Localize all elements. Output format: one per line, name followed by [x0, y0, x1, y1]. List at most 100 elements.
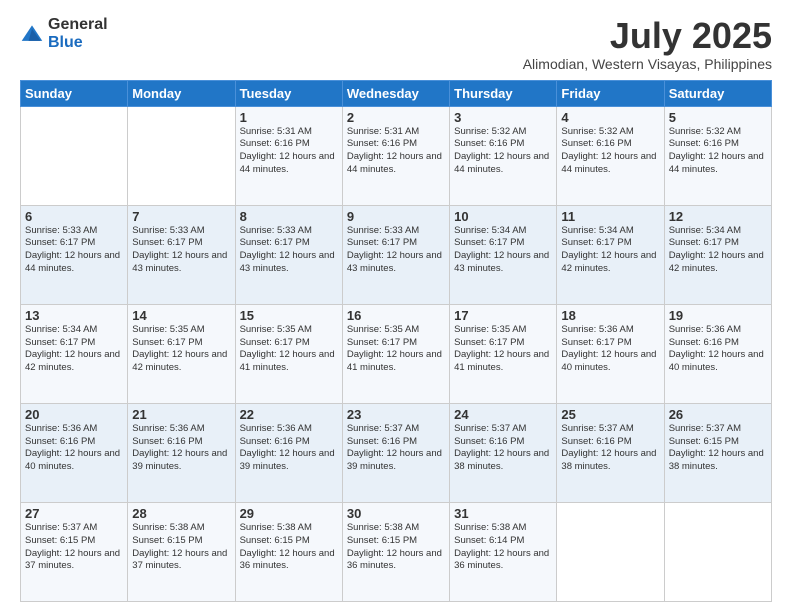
day-cell: 14Sunrise: 5:35 AM Sunset: 6:17 PM Dayli… — [128, 304, 235, 403]
day-cell: 21Sunrise: 5:36 AM Sunset: 6:16 PM Dayli… — [128, 403, 235, 502]
day-cell: 23Sunrise: 5:37 AM Sunset: 6:16 PM Dayli… — [342, 403, 449, 502]
day-cell: 18Sunrise: 5:36 AM Sunset: 6:17 PM Dayli… — [557, 304, 664, 403]
day-info: Sunrise: 5:36 AM Sunset: 6:16 PM Dayligh… — [25, 423, 123, 474]
logo: General Blue — [20, 16, 108, 51]
day-info: Sunrise: 5:37 AM Sunset: 6:15 PM Dayligh… — [25, 522, 123, 573]
day-info: Sunrise: 5:33 AM Sunset: 6:17 PM Dayligh… — [240, 225, 338, 276]
day-cell: 30Sunrise: 5:38 AM Sunset: 6:15 PM Dayli… — [342, 502, 449, 601]
day-cell: 29Sunrise: 5:38 AM Sunset: 6:15 PM Dayli… — [235, 502, 342, 601]
day-info: Sunrise: 5:38 AM Sunset: 6:15 PM Dayligh… — [240, 522, 338, 573]
calendar-page: General Blue July 2025 Alimodian, Wester… — [0, 0, 792, 612]
weekday-header-friday: Friday — [557, 80, 664, 106]
day-cell: 31Sunrise: 5:38 AM Sunset: 6:14 PM Dayli… — [450, 502, 557, 601]
day-cell: 25Sunrise: 5:37 AM Sunset: 6:16 PM Dayli… — [557, 403, 664, 502]
day-info: Sunrise: 5:33 AM Sunset: 6:17 PM Dayligh… — [25, 225, 123, 276]
day-number: 29 — [240, 506, 338, 521]
day-number: 11 — [561, 209, 659, 224]
day-number: 27 — [25, 506, 123, 521]
day-number: 16 — [347, 308, 445, 323]
day-cell: 4Sunrise: 5:32 AM Sunset: 6:16 PM Daylig… — [557, 106, 664, 205]
day-number: 17 — [454, 308, 552, 323]
day-info: Sunrise: 5:32 AM Sunset: 6:16 PM Dayligh… — [669, 126, 767, 177]
day-cell — [557, 502, 664, 601]
day-cell: 3Sunrise: 5:32 AM Sunset: 6:16 PM Daylig… — [450, 106, 557, 205]
day-cell: 5Sunrise: 5:32 AM Sunset: 6:16 PM Daylig… — [664, 106, 771, 205]
day-number: 24 — [454, 407, 552, 422]
day-cell: 17Sunrise: 5:35 AM Sunset: 6:17 PM Dayli… — [450, 304, 557, 403]
day-info: Sunrise: 5:38 AM Sunset: 6:15 PM Dayligh… — [132, 522, 230, 573]
day-cell: 6Sunrise: 5:33 AM Sunset: 6:17 PM Daylig… — [21, 205, 128, 304]
day-info: Sunrise: 5:31 AM Sunset: 6:16 PM Dayligh… — [347, 126, 445, 177]
day-cell: 13Sunrise: 5:34 AM Sunset: 6:17 PM Dayli… — [21, 304, 128, 403]
day-info: Sunrise: 5:31 AM Sunset: 6:16 PM Dayligh… — [240, 126, 338, 177]
day-cell: 12Sunrise: 5:34 AM Sunset: 6:17 PM Dayli… — [664, 205, 771, 304]
week-row-2: 6Sunrise: 5:33 AM Sunset: 6:17 PM Daylig… — [21, 205, 772, 304]
title-block: July 2025 Alimodian, Western Visayas, Ph… — [523, 16, 772, 72]
day-info: Sunrise: 5:36 AM Sunset: 6:17 PM Dayligh… — [561, 324, 659, 375]
day-cell: 10Sunrise: 5:34 AM Sunset: 6:17 PM Dayli… — [450, 205, 557, 304]
day-cell: 15Sunrise: 5:35 AM Sunset: 6:17 PM Dayli… — [235, 304, 342, 403]
weekday-header-tuesday: Tuesday — [235, 80, 342, 106]
day-number: 25 — [561, 407, 659, 422]
calendar-body: 1Sunrise: 5:31 AM Sunset: 6:16 PM Daylig… — [21, 106, 772, 601]
day-number: 10 — [454, 209, 552, 224]
day-info: Sunrise: 5:38 AM Sunset: 6:15 PM Dayligh… — [347, 522, 445, 573]
day-number: 30 — [347, 506, 445, 521]
weekday-header-wednesday: Wednesday — [342, 80, 449, 106]
day-info: Sunrise: 5:34 AM Sunset: 6:17 PM Dayligh… — [454, 225, 552, 276]
day-number: 8 — [240, 209, 338, 224]
weekday-header-sunday: Sunday — [21, 80, 128, 106]
day-info: Sunrise: 5:37 AM Sunset: 6:15 PM Dayligh… — [669, 423, 767, 474]
day-cell — [664, 502, 771, 601]
weekday-header-saturday: Saturday — [664, 80, 771, 106]
day-info: Sunrise: 5:36 AM Sunset: 6:16 PM Dayligh… — [669, 324, 767, 375]
calendar-table: SundayMondayTuesdayWednesdayThursdayFrid… — [20, 80, 772, 602]
day-info: Sunrise: 5:34 AM Sunset: 6:17 PM Dayligh… — [561, 225, 659, 276]
day-info: Sunrise: 5:35 AM Sunset: 6:17 PM Dayligh… — [132, 324, 230, 375]
day-number: 3 — [454, 110, 552, 125]
day-cell: 8Sunrise: 5:33 AM Sunset: 6:17 PM Daylig… — [235, 205, 342, 304]
week-row-1: 1Sunrise: 5:31 AM Sunset: 6:16 PM Daylig… — [21, 106, 772, 205]
calendar-subtitle: Alimodian, Western Visayas, Philippines — [523, 56, 772, 72]
day-info: Sunrise: 5:35 AM Sunset: 6:17 PM Dayligh… — [454, 324, 552, 375]
logo-text: General Blue — [48, 16, 108, 51]
calendar-title: July 2025 — [523, 16, 772, 56]
day-info: Sunrise: 5:35 AM Sunset: 6:17 PM Dayligh… — [347, 324, 445, 375]
day-cell: 9Sunrise: 5:33 AM Sunset: 6:17 PM Daylig… — [342, 205, 449, 304]
day-info: Sunrise: 5:33 AM Sunset: 6:17 PM Dayligh… — [347, 225, 445, 276]
day-number: 2 — [347, 110, 445, 125]
day-info: Sunrise: 5:35 AM Sunset: 6:17 PM Dayligh… — [240, 324, 338, 375]
day-cell: 11Sunrise: 5:34 AM Sunset: 6:17 PM Dayli… — [557, 205, 664, 304]
day-cell: 1Sunrise: 5:31 AM Sunset: 6:16 PM Daylig… — [235, 106, 342, 205]
calendar-header: SundayMondayTuesdayWednesdayThursdayFrid… — [21, 80, 772, 106]
day-info: Sunrise: 5:34 AM Sunset: 6:17 PM Dayligh… — [25, 324, 123, 375]
logo-blue: Blue — [48, 34, 108, 52]
day-number: 12 — [669, 209, 767, 224]
day-cell: 2Sunrise: 5:31 AM Sunset: 6:16 PM Daylig… — [342, 106, 449, 205]
day-cell: 27Sunrise: 5:37 AM Sunset: 6:15 PM Dayli… — [21, 502, 128, 601]
header: General Blue July 2025 Alimodian, Wester… — [20, 16, 772, 72]
logo-icon — [20, 22, 44, 46]
week-row-4: 20Sunrise: 5:36 AM Sunset: 6:16 PM Dayli… — [21, 403, 772, 502]
day-info: Sunrise: 5:36 AM Sunset: 6:16 PM Dayligh… — [240, 423, 338, 474]
weekday-row: SundayMondayTuesdayWednesdayThursdayFrid… — [21, 80, 772, 106]
day-number: 21 — [132, 407, 230, 422]
day-info: Sunrise: 5:37 AM Sunset: 6:16 PM Dayligh… — [561, 423, 659, 474]
day-number: 26 — [669, 407, 767, 422]
day-number: 15 — [240, 308, 338, 323]
weekday-header-thursday: Thursday — [450, 80, 557, 106]
day-number: 20 — [25, 407, 123, 422]
day-number: 7 — [132, 209, 230, 224]
week-row-5: 27Sunrise: 5:37 AM Sunset: 6:15 PM Dayli… — [21, 502, 772, 601]
day-cell: 28Sunrise: 5:38 AM Sunset: 6:15 PM Dayli… — [128, 502, 235, 601]
day-info: Sunrise: 5:33 AM Sunset: 6:17 PM Dayligh… — [132, 225, 230, 276]
day-number: 9 — [347, 209, 445, 224]
week-row-3: 13Sunrise: 5:34 AM Sunset: 6:17 PM Dayli… — [21, 304, 772, 403]
day-cell: 22Sunrise: 5:36 AM Sunset: 6:16 PM Dayli… — [235, 403, 342, 502]
day-number: 31 — [454, 506, 552, 521]
day-number: 5 — [669, 110, 767, 125]
day-cell — [21, 106, 128, 205]
day-info: Sunrise: 5:34 AM Sunset: 6:17 PM Dayligh… — [669, 225, 767, 276]
weekday-header-monday: Monday — [128, 80, 235, 106]
day-number: 4 — [561, 110, 659, 125]
